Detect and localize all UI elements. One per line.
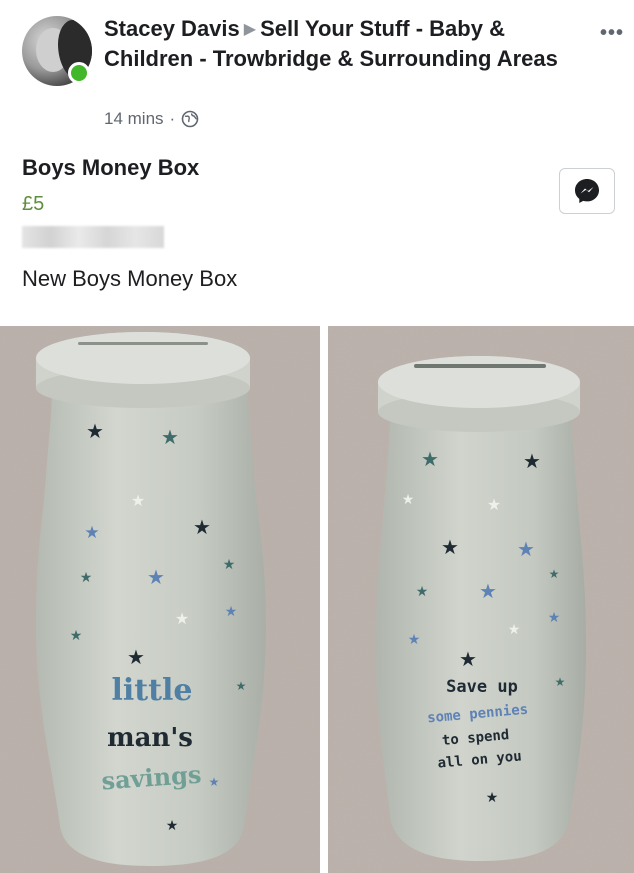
svg-text:★: ★ bbox=[416, 584, 429, 600]
svg-text:★: ★ bbox=[508, 622, 521, 638]
author-name[interactable]: Stacey Davis bbox=[104, 16, 240, 41]
svg-text:★: ★ bbox=[175, 609, 189, 628]
svg-text:★: ★ bbox=[127, 645, 145, 669]
svg-text:★: ★ bbox=[84, 523, 99, 543]
svg-text:★: ★ bbox=[131, 491, 145, 510]
photo-left-text-1: little bbox=[112, 673, 193, 708]
svg-text:★: ★ bbox=[555, 675, 566, 689]
post-time[interactable]: 14 mins bbox=[104, 109, 164, 129]
svg-text:★: ★ bbox=[523, 449, 541, 473]
svg-text:★: ★ bbox=[193, 515, 211, 539]
svg-text:★: ★ bbox=[486, 790, 499, 806]
svg-text:★: ★ bbox=[86, 419, 104, 443]
svg-text:★: ★ bbox=[223, 557, 236, 573]
svg-text:★: ★ bbox=[70, 628, 83, 644]
photo-right[interactable]: ★ ★ ★ ★ ★ ★ ★ ★ ★ ★ ★ ★ ★ ★ ★ Save up so… bbox=[328, 326, 634, 873]
photo-gallery: ★ ★ ★ ★ ★ ★ ★ ★ ★ ★ ★ ★ ★ ★ ★ little man… bbox=[0, 326, 634, 873]
photo-right-text-1: Save up bbox=[446, 677, 518, 697]
svg-text:★: ★ bbox=[408, 632, 421, 648]
location-redacted bbox=[22, 226, 164, 248]
svg-text:★: ★ bbox=[402, 492, 415, 508]
post-header: Stacey Davis ▶ Sell Your Stuff - Baby & Ch… bbox=[0, 0, 634, 150]
svg-text:★: ★ bbox=[80, 570, 93, 586]
svg-text:★: ★ bbox=[225, 604, 238, 620]
photo-left-text-2: man's bbox=[107, 723, 193, 753]
svg-text:★: ★ bbox=[459, 647, 477, 671]
more-horizontal-icon[interactable]: ••• bbox=[600, 22, 624, 45]
svg-text:★: ★ bbox=[549, 567, 560, 581]
globe-icon bbox=[181, 110, 199, 128]
meta-separator: · bbox=[169, 109, 176, 128]
message-seller-button[interactable] bbox=[559, 168, 615, 214]
post-meta: 14 mins · bbox=[104, 109, 199, 129]
photo-left[interactable]: ★ ★ ★ ★ ★ ★ ★ ★ ★ ★ ★ ★ ★ ★ ★ little man… bbox=[0, 326, 320, 873]
svg-text:★: ★ bbox=[441, 535, 459, 559]
svg-text:★: ★ bbox=[161, 425, 179, 449]
arrow-right-icon: ▶ bbox=[243, 21, 257, 38]
messenger-icon bbox=[575, 179, 599, 203]
online-status-icon bbox=[68, 62, 90, 84]
listing-title: Boys Money Box bbox=[22, 155, 200, 180]
author-avatar[interactable] bbox=[22, 16, 92, 86]
listing-price: £5 bbox=[22, 193, 45, 215]
svg-text:★: ★ bbox=[479, 579, 497, 603]
svg-text:★: ★ bbox=[548, 610, 561, 626]
svg-text:★: ★ bbox=[147, 565, 165, 589]
svg-text:★: ★ bbox=[421, 447, 439, 471]
svg-text:★: ★ bbox=[517, 537, 535, 561]
listing-description: New Boys Money Box bbox=[22, 266, 238, 291]
svg-text:★: ★ bbox=[487, 495, 501, 514]
post-title-line: Stacey Davis ▶ Sell Your Stuff - Baby & Ch… bbox=[104, 14, 584, 73]
svg-text:★: ★ bbox=[236, 679, 247, 693]
svg-text:★: ★ bbox=[166, 818, 179, 834]
svg-text:★: ★ bbox=[209, 775, 220, 789]
